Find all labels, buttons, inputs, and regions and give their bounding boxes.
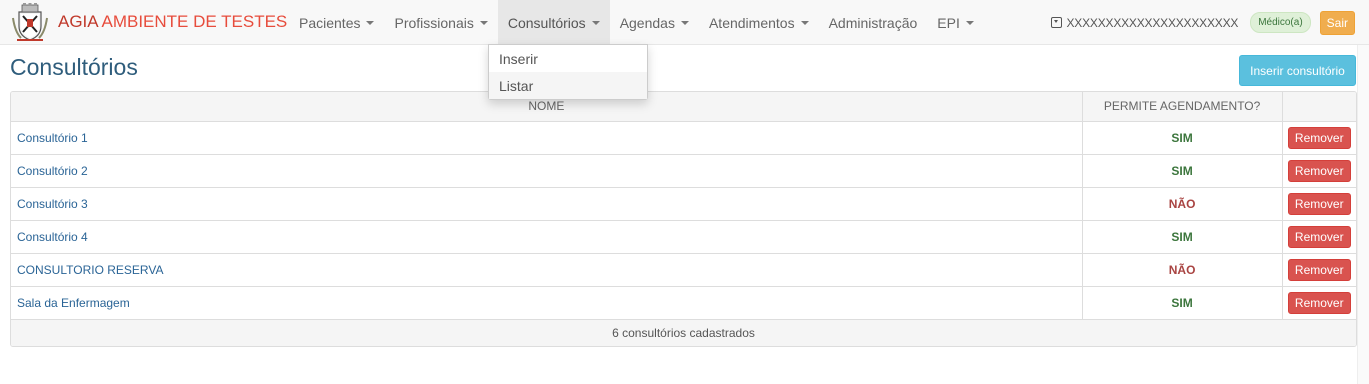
- caret-down-icon: [800, 20, 809, 25]
- menu-item-inserir[interactable]: Inserir: [489, 45, 647, 72]
- agendamento-status: SIM: [1082, 153, 1283, 187]
- table-footer-count: 6 consultórios cadastrados: [11, 318, 1356, 346]
- agendamento-status: SIM: [1082, 285, 1283, 319]
- row-name-cell: Sala da Enfermagem: [11, 285, 1083, 319]
- coat-of-arms-logo: [12, 3, 48, 41]
- agendamento-status: NÃO: [1082, 252, 1283, 286]
- environment-name: AMBIENTE DE TESTES: [101, 12, 288, 31]
- remove-button[interactable]: Remover: [1287, 258, 1351, 281]
- remove-button[interactable]: Remover: [1287, 126, 1351, 149]
- row-action-cell: Remover: [1282, 186, 1356, 220]
- row-name-cell: Consultório 2: [11, 153, 1083, 187]
- user-menu-icon[interactable]: [1050, 17, 1062, 28]
- table-footer-row: 6 consultórios cadastrados: [11, 318, 1356, 346]
- row-action-cell: Remover: [1282, 153, 1356, 187]
- nav-agendas[interactable]: Agendas: [610, 0, 699, 45]
- table-row: Consultório 1 SIM Remover: [11, 120, 1356, 154]
- consultorio-link[interactable]: CONSULTORIO RESERVA: [17, 263, 163, 277]
- nav-label: EPI: [937, 14, 960, 31]
- brand-name: AGIA: [58, 12, 98, 31]
- row-name-cell: CONSULTORIO RESERVA: [11, 252, 1083, 286]
- table-row: Consultório 4 SIM Remover: [11, 219, 1356, 253]
- main-nav: Pacientes Profissionais Consultórios Age…: [289, 0, 984, 45]
- nav-atendimentos[interactable]: Atendimentos: [699, 0, 819, 45]
- role-badge: Médico(a): [1250, 12, 1311, 33]
- consultorio-link[interactable]: Consultório 3: [17, 197, 88, 211]
- nav-label: Profissionais: [394, 14, 474, 31]
- nav-label: Agendas: [619, 14, 675, 31]
- nav-label: Consultórios: [507, 14, 586, 31]
- vertical-scrollbar[interactable]: [1357, 45, 1369, 384]
- menu-item-listar[interactable]: Listar: [489, 72, 647, 99]
- agendamento-status: SIM: [1082, 120, 1283, 154]
- top-navbar: AGIA AMBIENTE DE TESTES Pacientes Profis…: [0, 0, 1369, 45]
- consultorios-table: NOME PERMITE AGENDAMENTO? Consultório 1 …: [10, 91, 1357, 347]
- row-name-cell: Consultório 3: [11, 186, 1083, 220]
- caret-down-icon: [366, 20, 375, 25]
- nav-label: Atendimentos: [708, 14, 795, 31]
- consultorio-link[interactable]: Consultório 2: [17, 164, 88, 178]
- nav-administracao[interactable]: Administração: [819, 0, 928, 45]
- caret-down-icon: [965, 20, 974, 25]
- row-name-cell: Consultório 1: [11, 120, 1083, 154]
- logout-button[interactable]: Sair: [1319, 10, 1355, 35]
- consultorio-link[interactable]: Sala da Enfermagem: [17, 296, 130, 310]
- table-row: Sala da Enfermagem SIM Remover: [11, 285, 1356, 319]
- agendamento-status: SIM: [1082, 219, 1283, 253]
- table-row: Consultório 2 SIM Remover: [11, 153, 1356, 187]
- table-row: CONSULTORIO RESERVA NÃO Remover: [11, 252, 1356, 286]
- user-area: XXXXXXXXXXXXXXXXXXXXXX Médico(a) Sair: [1050, 0, 1369, 45]
- user-name[interactable]: XXXXXXXXXXXXXXXXXXXXXX: [1067, 16, 1239, 30]
- nav-profissionais[interactable]: Profissionais: [384, 0, 497, 45]
- row-action-cell: Remover: [1282, 252, 1356, 286]
- brand[interactable]: AGIA AMBIENTE DE TESTES: [11, 2, 287, 42]
- table-header-row: NOME PERMITE AGENDAMENTO?: [11, 92, 1356, 122]
- nav-consultorios[interactable]: Consultórios: [497, 0, 610, 45]
- row-action-cell: Remover: [1282, 285, 1356, 319]
- insert-consultorio-button[interactable]: Inserir consultório: [1239, 55, 1356, 86]
- row-action-cell: Remover: [1282, 219, 1356, 253]
- table-row: Consultório 3 NÃO Remover: [11, 186, 1356, 220]
- remove-button[interactable]: Remover: [1287, 225, 1351, 248]
- caret-down-icon: [680, 20, 689, 25]
- nav-pacientes[interactable]: Pacientes: [289, 0, 384, 45]
- nav-label: Pacientes: [299, 14, 361, 31]
- agendamento-status: NÃO: [1082, 186, 1283, 220]
- consultorio-link[interactable]: Consultório 1: [17, 131, 88, 145]
- row-name-cell: Consultório 4: [11, 219, 1083, 253]
- row-action-cell: Remover: [1282, 120, 1356, 154]
- remove-button[interactable]: Remover: [1287, 159, 1351, 182]
- remove-button[interactable]: Remover: [1287, 192, 1351, 215]
- consultorios-dropdown-menu: Inserir Listar: [488, 44, 648, 100]
- caret-down-icon: [479, 20, 488, 25]
- nav-label: Administração: [828, 14, 918, 31]
- column-header-actions: [1282, 92, 1356, 122]
- consultorio-link[interactable]: Consultório 4: [17, 230, 88, 244]
- brand-title: AGIA AMBIENTE DE TESTES: [58, 12, 287, 32]
- caret-down-icon: [591, 20, 600, 25]
- nav-epi[interactable]: EPI: [927, 0, 984, 45]
- remove-button[interactable]: Remover: [1287, 291, 1351, 314]
- column-header-agendamento[interactable]: PERMITE AGENDAMENTO?: [1082, 92, 1283, 122]
- page-title: Consultórios: [10, 54, 138, 80]
